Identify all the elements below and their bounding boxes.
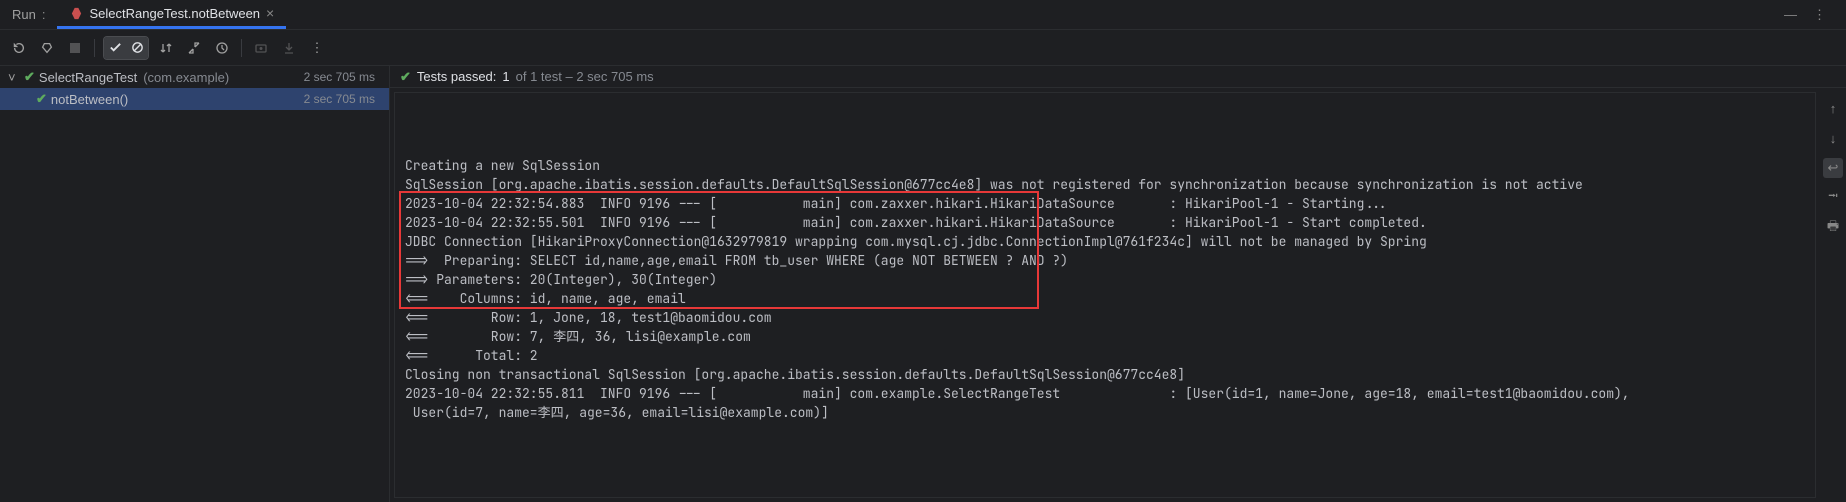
chevron-down-icon[interactable]: ˅ (8, 70, 20, 85)
test-tab[interactable]: SelectRangeTest.notBetween × (57, 0, 286, 29)
more-icon[interactable]: ⋮ (1813, 7, 1826, 23)
console-line: 2023-10-04 22:32:55.501 INFO 9196 --- [ … (405, 213, 1805, 232)
run-toolbar: ⋮ (0, 30, 1846, 66)
up-icon[interactable]: ↑ (1823, 98, 1843, 118)
summary-count: 1 (502, 69, 509, 84)
summary-prefix: Tests passed: (417, 69, 497, 84)
class-duration: 2 sec 705 ms (304, 70, 381, 84)
method-name: notBetween() (51, 92, 128, 107)
console-line: SqlSession [org.apache.ibatis.session.de… (405, 175, 1805, 194)
test-tree: ˅ ✔ SelectRangeTest (com.example) 2 sec … (0, 66, 390, 502)
console-line: ==> Preparing: SELECT id,name,age,email … (405, 251, 1805, 270)
rerun-icon[interactable] (8, 37, 30, 59)
console-output[interactable]: Creating a new SqlSessionSqlSession [org… (394, 92, 1816, 498)
class-package: (com.example) (143, 70, 229, 85)
tree-method-row[interactable]: ✔ notBetween() 2 sec 705 ms (0, 88, 389, 110)
window-tabs: Run : SelectRangeTest.notBetween × — ⋮ (0, 0, 1846, 30)
console-line: 2023-10-04 22:32:55.811 INFO 9196 --- [ … (405, 384, 1805, 403)
show-ignored-icon[interactable] (126, 37, 148, 59)
method-duration: 2 sec 705 ms (304, 92, 381, 106)
stop-icon[interactable] (64, 37, 86, 59)
console-line: JDBC Connection [HikariProxyConnection@1… (405, 232, 1805, 251)
console-side-toolbar: ↑ ↓ ↩ ⭲ 🖶 (1820, 88, 1846, 502)
down-icon[interactable]: ↓ (1823, 128, 1843, 148)
run-tab-label: Run (12, 7, 36, 22)
toolbar-more-icon[interactable]: ⋮ (306, 37, 328, 59)
scroll-end-icon[interactable]: ⭲ (1823, 188, 1843, 208)
console-line: Creating a new SqlSession (405, 156, 1805, 175)
tree-class-row[interactable]: ˅ ✔ SelectRangeTest (com.example) 2 sec … (0, 66, 389, 88)
run-tab[interactable]: Run : (0, 0, 57, 29)
collapse-icon[interactable]: — (1784, 7, 1797, 23)
console-line: Closing non transactional SqlSession [or… (405, 365, 1805, 384)
sort-icon[interactable] (155, 37, 177, 59)
export-icon[interactable] (278, 37, 300, 59)
console-line: 2023-10-04 22:32:54.883 INFO 9196 --- [ … (405, 194, 1805, 213)
soft-wrap-icon[interactable]: ↩ (1823, 158, 1843, 178)
show-passed-icon[interactable] (104, 37, 126, 59)
console-line: <== Row: 1, Jone, 18, test1@baomidou.com (405, 308, 1805, 327)
print-icon[interactable]: 🖶 (1823, 218, 1843, 238)
rerun-failed-icon[interactable] (36, 37, 58, 59)
console-line: ==> Parameters: 20(Integer), 30(Integer) (405, 270, 1805, 289)
pass-icon: ✔ (36, 91, 47, 107)
history-icon[interactable] (211, 37, 233, 59)
console-panel: ✔ Tests passed: 1 of 1 test – 2 sec 705 … (390, 66, 1846, 502)
summary-rest: of 1 test – 2 sec 705 ms (516, 69, 654, 84)
console-line: User(id=7, name=李四, age=36, email=lisi@e… (405, 403, 1805, 422)
test-summary: ✔ Tests passed: 1 of 1 test – 2 sec 705 … (390, 66, 1846, 88)
close-icon[interactable]: × (266, 5, 274, 21)
console-line: <== Total: 2 (405, 346, 1805, 365)
console-line: <== Row: 7, 李四, 36, lisi@example.com (405, 327, 1805, 346)
main-area: ˅ ✔ SelectRangeTest (com.example) 2 sec … (0, 66, 1846, 502)
expand-icon[interactable] (183, 37, 205, 59)
pass-icon: ✔ (400, 69, 411, 85)
pass-icon: ✔ (24, 69, 35, 85)
test-icon (69, 6, 83, 20)
tab-options-icon[interactable]: : (42, 7, 46, 22)
import-icon[interactable] (250, 37, 272, 59)
class-name: SelectRangeTest (39, 70, 137, 85)
console-line: <== Columns: id, name, age, email (405, 289, 1805, 308)
test-tab-label: SelectRangeTest.notBetween (89, 6, 260, 21)
tab-actions: — ⋮ (1784, 7, 1836, 23)
